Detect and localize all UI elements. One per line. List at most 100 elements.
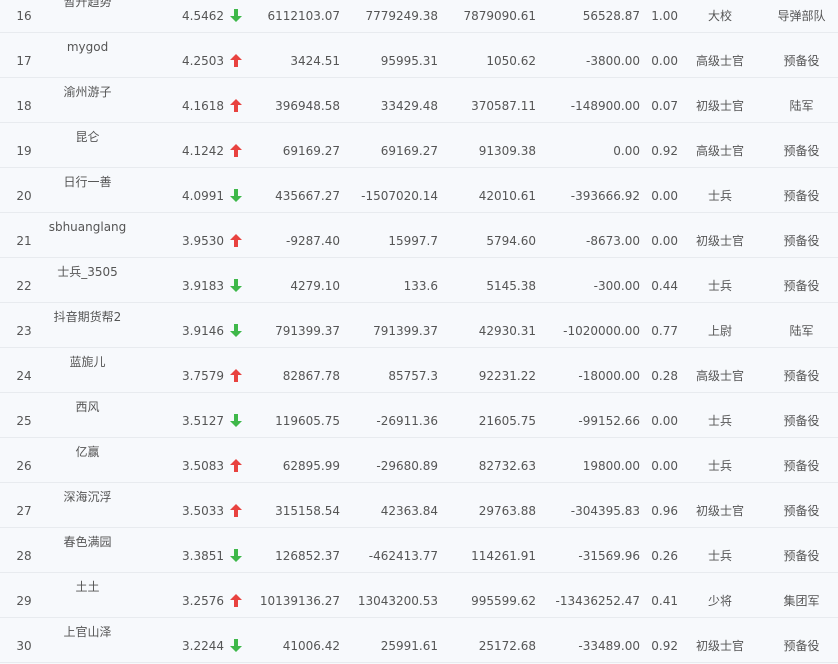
table-row[interactable]: 20 日行一善 4.0991 435667.27 -1507020.14 420… <box>0 168 838 213</box>
rank-cell: 24 <box>16 369 32 383</box>
table-row[interactable]: 30 上官山泽 3.2244 41006.42 25991.61 25172.6… <box>0 618 838 663</box>
value3-cell: 42010.61 <box>478 189 536 203</box>
value4-cell: -3800.00 <box>586 54 640 68</box>
value1-cell: 6112103.07 <box>267 9 340 23</box>
value1-cell: 126852.37 <box>275 549 340 563</box>
value2-cell: 42363.84 <box>380 504 438 518</box>
trader-name-cell[interactable]: 暂升趋势 <box>40 0 135 9</box>
table-row[interactable]: 24 蓝旎儿 3.7579 82867.78 85757.3 92231.22 … <box>0 348 838 393</box>
arrow-down-icon <box>230 189 242 202</box>
value4-cell: -393666.92 <box>570 189 640 203</box>
value3-cell: 5145.38 <box>486 279 536 293</box>
rank-cell: 19 <box>16 144 32 158</box>
value4-cell: -1020000.00 <box>563 324 640 338</box>
trader-name-cell[interactable]: 日行一善 <box>40 175 135 189</box>
trader-name-cell[interactable]: 抖音期货帮2 <box>40 310 135 324</box>
trader-name-cell[interactable]: 深海沉浮 <box>40 490 135 504</box>
table-row[interactable]: 16 暂升趋势 4.5462 6112103.07 7779249.38 787… <box>0 0 838 33</box>
score-cell: 4.1242 <box>182 144 224 158</box>
ratio-cell: 0.77 <box>651 324 678 338</box>
ratio-cell: 0.00 <box>651 234 678 248</box>
ratio-cell: 0.96 <box>651 504 678 518</box>
arrow-up-icon <box>230 54 242 67</box>
trader-name-cell[interactable]: 蓝旎儿 <box>40 355 135 369</box>
trader-name-cell[interactable]: mygod <box>40 40 135 54</box>
table-row[interactable]: 17 mygod 4.2503 3424.51 95995.31 1050.62… <box>0 33 838 78</box>
score-cell: 4.0991 <box>182 189 224 203</box>
value4-cell: -31569.96 <box>578 549 640 563</box>
ratio-cell: 0.41 <box>651 594 678 608</box>
unit-cell: 预备役 <box>783 144 820 158</box>
table-row[interactable]: 28 春色满园 3.3851 126852.37 -462413.77 1142… <box>0 528 838 573</box>
unit-cell: 预备役 <box>783 369 820 383</box>
value1-cell: 4279.10 <box>290 279 340 293</box>
table-row[interactable]: 27 深海沉浮 3.5033 315158.54 42363.84 29763.… <box>0 483 838 528</box>
ratio-cell: 0.44 <box>651 279 678 293</box>
value2-cell: -26911.36 <box>376 414 438 428</box>
military-rank-cell: 士兵 <box>707 414 732 428</box>
trader-name-cell[interactable]: 春色满园 <box>40 535 135 549</box>
military-rank-cell: 上尉 <box>707 324 732 338</box>
table-row[interactable]: 19 昆仑 4.1242 69169.27 69169.27 91309.38 … <box>0 123 838 168</box>
score-cell: 4.2503 <box>182 54 224 68</box>
value2-cell: 7779249.38 <box>365 9 438 23</box>
table-row[interactable]: 29 土土 3.2576 10139136.27 13043200.53 995… <box>0 573 838 618</box>
trader-name-cell[interactable]: 昆仑 <box>40 130 135 144</box>
table-row[interactable]: 25 西风 3.5127 119605.75 -26911.36 21605.7… <box>0 393 838 438</box>
table-row[interactable]: 18 渝州游子 4.1618 396948.58 33429.48 370587… <box>0 78 838 123</box>
score-cell: 3.2244 <box>182 639 224 653</box>
trader-name-cell[interactable]: 西风 <box>40 400 135 414</box>
unit-cell: 预备役 <box>783 504 820 518</box>
value3-cell: 29763.88 <box>478 504 536 518</box>
arrow-down-icon <box>230 279 242 292</box>
value4-cell: -8673.00 <box>586 234 640 248</box>
military-rank-cell: 士兵 <box>707 279 732 293</box>
value3-cell: 370587.11 <box>471 99 536 113</box>
military-rank-cell: 士兵 <box>707 459 732 473</box>
trader-name-cell[interactable]: 渝州游子 <box>40 85 135 99</box>
table-row[interactable]: 26 亿赢 3.5083 62895.99 -29680.89 82732.63… <box>0 438 838 483</box>
value2-cell: -29680.89 <box>376 459 438 473</box>
ratio-cell: 0.00 <box>651 189 678 203</box>
value3-cell: 92231.22 <box>478 369 536 383</box>
arrow-down-icon <box>230 414 242 427</box>
unit-cell: 预备役 <box>783 459 820 473</box>
value2-cell: 25991.61 <box>380 639 438 653</box>
table-row[interactable]: 21 sbhuanglang 3.9530 -9287.40 15997.7 5… <box>0 213 838 258</box>
trader-name-cell[interactable]: 亿赢 <box>40 445 135 459</box>
rank-cell: 17 <box>16 54 32 68</box>
rank-cell: 22 <box>16 279 32 293</box>
arrow-up-icon <box>230 234 242 247</box>
ranking-table: 16 暂升趋势 4.5462 6112103.07 7779249.38 787… <box>0 0 838 664</box>
value3-cell: 25172.68 <box>478 639 536 653</box>
rank-cell: 23 <box>16 324 32 338</box>
value4-cell: 0.00 <box>613 144 640 158</box>
military-rank-cell: 士兵 <box>707 549 732 563</box>
value4-cell: 56528.87 <box>582 9 640 23</box>
table-row[interactable]: 22 士兵_3505 3.9183 4279.10 133.6 5145.38 … <box>0 258 838 303</box>
trader-name-cell[interactable]: sbhuanglang <box>40 220 135 234</box>
value4-cell: -304395.83 <box>570 504 640 518</box>
trader-name-cell[interactable]: 士兵_3505 <box>40 265 135 279</box>
trader-name-cell[interactable]: 土土 <box>40 580 135 594</box>
value4-cell: -99152.66 <box>578 414 640 428</box>
value2-cell: 69169.27 <box>380 144 438 158</box>
value3-cell: 1050.62 <box>486 54 536 68</box>
military-rank-cell: 大校 <box>707 9 732 23</box>
arrow-down-icon <box>230 324 242 337</box>
rank-cell: 25 <box>16 414 32 428</box>
value4-cell: -18000.00 <box>578 369 640 383</box>
value1-cell: 10139136.27 <box>259 594 340 608</box>
unit-cell: 预备役 <box>783 549 820 563</box>
value1-cell: 3424.51 <box>290 54 340 68</box>
trader-name-cell[interactable]: 上官山泽 <box>40 625 135 639</box>
value3-cell: 82732.63 <box>478 459 536 473</box>
arrow-down-icon <box>230 9 242 22</box>
value2-cell: 95995.31 <box>380 54 438 68</box>
value1-cell: 69169.27 <box>282 144 340 158</box>
ratio-cell: 0.26 <box>651 549 678 563</box>
table-row[interactable]: 23 抖音期货帮2 3.9146 791399.37 791399.37 429… <box>0 303 838 348</box>
value1-cell: 315158.54 <box>275 504 340 518</box>
value1-cell: 791399.37 <box>275 324 340 338</box>
value1-cell: -9287.40 <box>286 234 340 248</box>
